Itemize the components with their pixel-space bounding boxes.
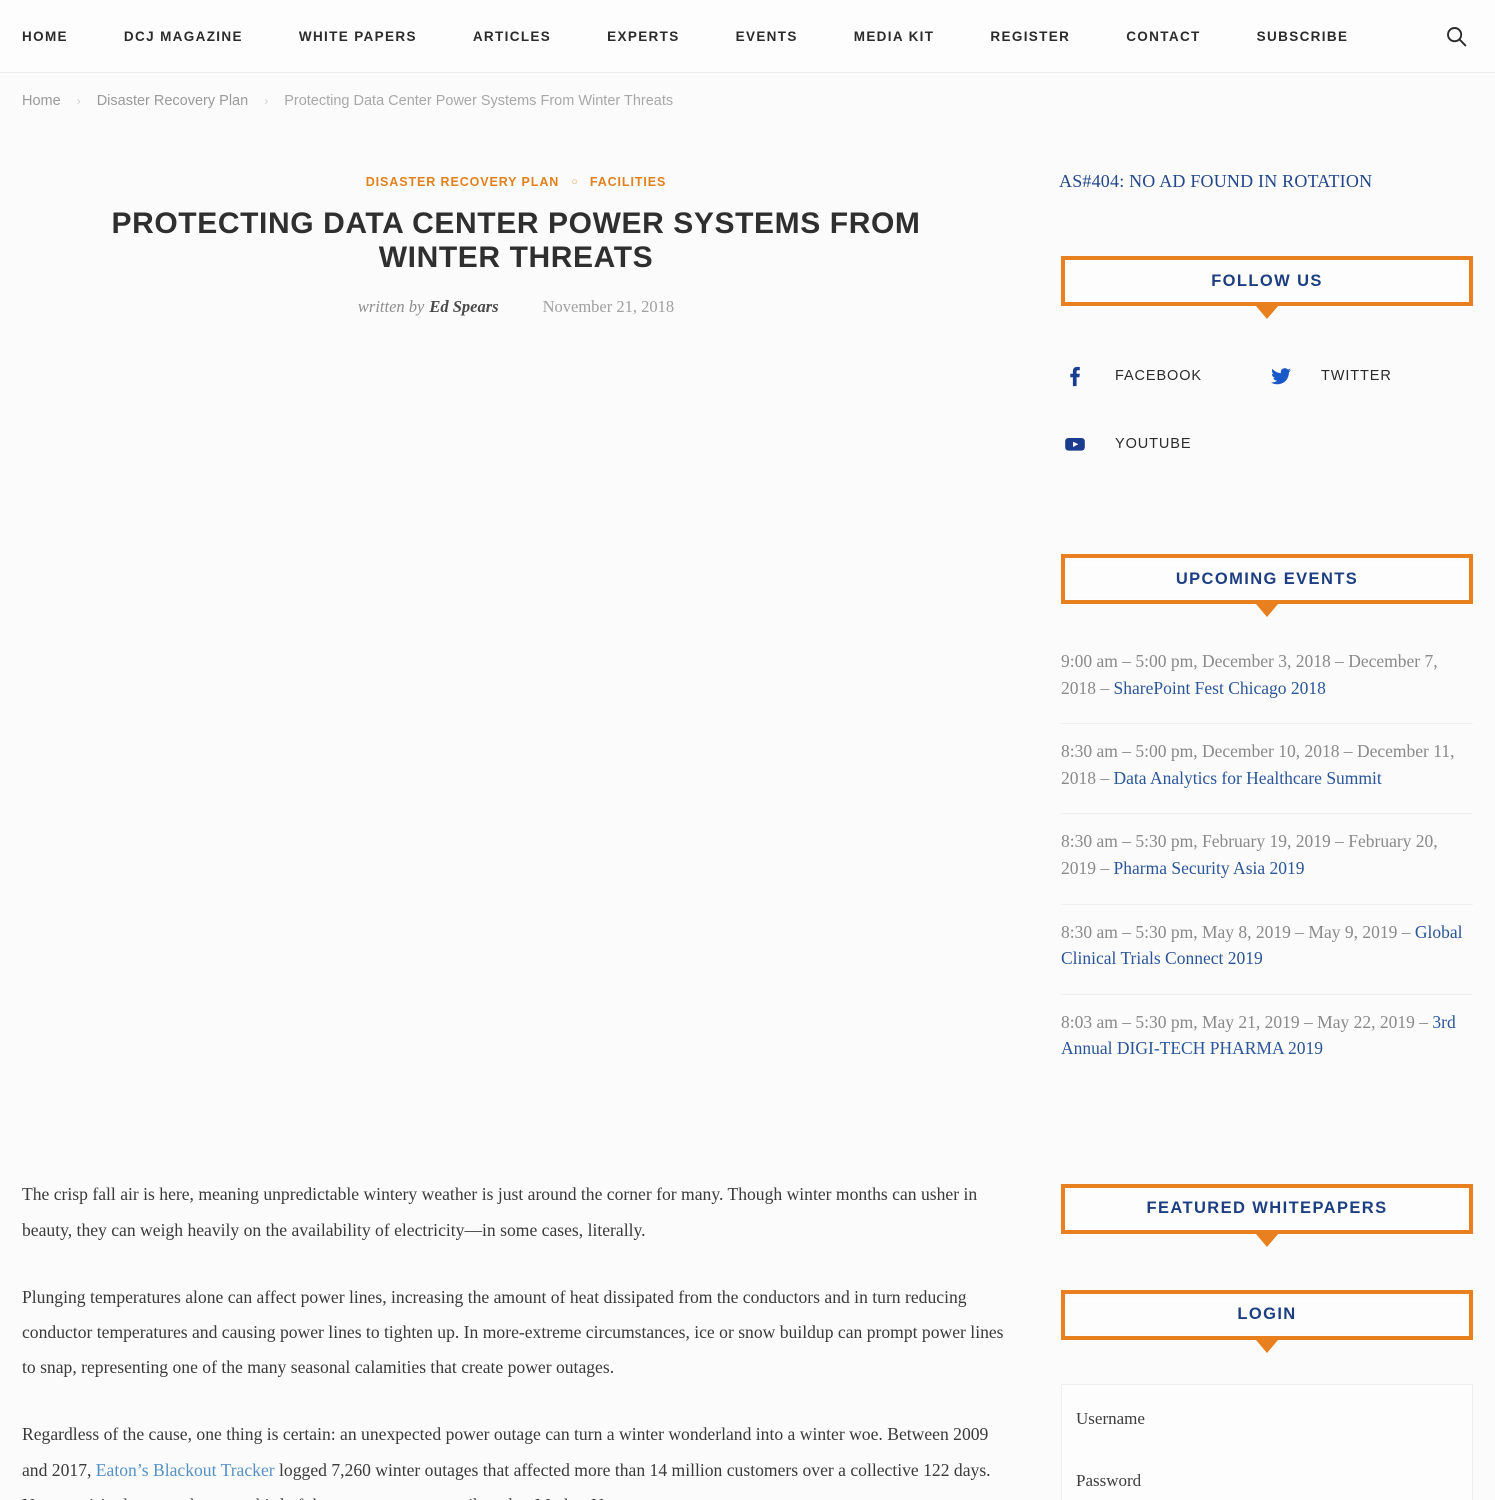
social-label: YOUTUBE <box>1115 436 1192 452</box>
nav-item-events[interactable]: EVENTS <box>736 29 798 44</box>
widget-featured-whitepapers: FEATURED WHITEPAPERS <box>1047 1183 1487 1247</box>
list-item: 8:30 am – 5:00 pm, December 10, 2018 – D… <box>1061 738 1473 815</box>
widget-header: FEATURED WHITEPAPERS <box>1061 1183 1473 1247</box>
nav-item-dcj-magazine[interactable]: DCJ MAGAZINE <box>124 29 243 44</box>
page-title: Protecting Data Center Power Systems Fro… <box>111 207 921 275</box>
list-item: 8:03 am – 5:30 pm, May 21, 2019 – May 22… <box>1061 1009 1473 1084</box>
breadcrumb-separator-icon: › <box>76 94 81 108</box>
widget-title: LOGIN <box>1237 1305 1297 1324</box>
social-label: TWITTER <box>1321 368 1392 384</box>
nav-item-articles[interactable]: ARTICLES <box>473 29 551 44</box>
category-link-disaster-recovery-plan[interactable]: DISASTER RECOVERY PLAN <box>366 175 559 189</box>
widget-header: LOGIN <box>1061 1289 1473 1353</box>
article-paragraph: Regardless of the cause, one thing is ce… <box>22 1417 1010 1500</box>
list-item: 8:30 am – 5:30 pm, May 8, 2019 – May 9, … <box>1061 919 1473 995</box>
widget-title: FOLLOW US <box>1211 271 1323 290</box>
breadcrumb-item-disaster-recovery-plan[interactable]: Disaster Recovery Plan <box>97 93 249 109</box>
paragraph-text: The crisp fall air is here, meaning unpr… <box>22 1184 978 1240</box>
login-form: LOGIN <box>1061 1383 1473 1500</box>
chevron-down-icon <box>1256 1339 1278 1353</box>
breadcrumb: Home › Disaster Recovery Plan › Protecti… <box>0 73 1495 129</box>
event-time: 8:30 am – 5:30 pm, May 8, 2019 – May 9, … <box>1061 921 1415 942</box>
chevron-down-icon <box>1256 306 1278 319</box>
category-link-facilities[interactable]: FACILITIES <box>590 175 666 189</box>
category-separator-icon: ○ <box>571 175 578 188</box>
written-by-label: written by <box>357 297 425 317</box>
widget-title: FEATURED WHITEPAPERS <box>1146 1199 1388 1218</box>
list-item: 8:30 am – 5:30 pm, February 19, 2019 – F… <box>1061 828 1473 905</box>
list-item: 9:00 am – 5:00 pm, December 3, 2018 – De… <box>1061 648 1473 725</box>
widget-header: UPCOMING EVENTS <box>1061 554 1473 617</box>
event-link[interactable]: Data Analytics for Healthcare Summit <box>1114 768 1382 788</box>
widget-spacer <box>1047 498 1487 554</box>
username-input[interactable] <box>1076 1402 1458 1439</box>
article-category-list: DISASTER RECOVERY PLAN ○ FACILITIES <box>22 175 1010 189</box>
chevron-down-icon <box>1256 1233 1278 1247</box>
nav-item-subscribe[interactable]: SUBSCRIBE <box>1257 29 1349 44</box>
password-input[interactable] <box>1076 1464 1458 1500</box>
twitter-icon <box>1267 362 1295 390</box>
event-time: 8:03 am – 5:30 pm, May 21, 2019 – May 22… <box>1061 1011 1433 1032</box>
social-link-facebook[interactable]: FACEBOOK <box>1061 362 1267 390</box>
event-link[interactable]: Pharma Security Asia 2019 <box>1114 858 1305 878</box>
blackout-tracker-link[interactable]: Eaton’s Blackout Tracker <box>96 1460 275 1480</box>
breadcrumb-item-home[interactable]: Home <box>22 93 61 109</box>
search-icon[interactable] <box>1439 19 1473 53</box>
author-link[interactable]: Ed Spears <box>429 297 498 317</box>
article-date: November 21, 2018 <box>542 297 675 317</box>
nav-item-home[interactable]: HOME <box>22 29 68 44</box>
chevron-down-icon <box>1256 604 1278 617</box>
widget-follow-us: FOLLOW US FACEBOOK TWITTER YOUTUBE <box>1047 256 1487 498</box>
page-layout: DISASTER RECOVERY PLAN ○ FACILITIES Prot… <box>0 129 1495 1500</box>
nav-item-media-kit[interactable]: MEDIA KIT <box>854 29 935 44</box>
nav-items-list: HOME DCJ MAGAZINE WHITE PAPERS ARTICLES … <box>22 29 1425 44</box>
top-navigation-bar: HOME DCJ MAGAZINE WHITE PAPERS ARTICLES … <box>0 0 1495 73</box>
social-link-youtube[interactable]: YOUTUBE <box>1061 430 1267 458</box>
article-body: The crisp fall air is here, meaning unpr… <box>22 1177 1010 1500</box>
nav-item-white-papers[interactable]: WHITE PAPERS <box>299 29 417 44</box>
featured-image-area <box>22 317 1010 1177</box>
widget-title: UPCOMING EVENTS <box>1175 569 1359 588</box>
article-meta: written by Ed Spears November 21, 2018 <box>22 297 1010 317</box>
event-link[interactable]: SharePoint Fest Chicago 2018 <box>1114 678 1326 698</box>
article-header: DISASTER RECOVERY PLAN ○ FACILITIES Prot… <box>22 129 1010 317</box>
article-paragraph: Plunging temperatures alone can affect p… <box>22 1280 1010 1386</box>
widget-login: LOGIN LOGIN <box>1047 1289 1487 1500</box>
events-list: 9:00 am – 5:00 pm, December 3, 2018 – De… <box>1047 604 1487 1084</box>
paragraph-text: Plunging temperatures alone can affect p… <box>22 1286 1004 1378</box>
social-links-list: FACEBOOK TWITTER YOUTUBE <box>1047 306 1487 498</box>
nav-item-experts[interactable]: EXPERTS <box>607 29 679 44</box>
widget-spacer <box>1047 1098 1487 1184</box>
widget-header: FOLLOW US <box>1061 256 1473 319</box>
breadcrumb-item-current: Protecting Data Center Power Systems Fro… <box>284 93 674 109</box>
article-paragraph: The crisp fall air is here, meaning unpr… <box>22 1177 1010 1247</box>
breadcrumb-separator-icon: › <box>264 94 269 108</box>
sidebar: AS#404: NO AD FOUND IN ROTATION FOLLOW U… <box>1047 129 1487 1500</box>
social-link-twitter[interactable]: TWITTER <box>1267 362 1473 390</box>
nav-item-register[interactable]: REGISTER <box>990 29 1070 44</box>
ad-rotation-notice[interactable]: AS#404: NO AD FOUND IN ROTATION <box>1059 171 1487 192</box>
widget-upcoming-events: UPCOMING EVENTS 9:00 am – 5:00 pm, Decem… <box>1047 554 1487 1084</box>
nav-item-contact[interactable]: CONTACT <box>1126 29 1200 44</box>
facebook-icon <box>1061 362 1089 390</box>
main-content-column: DISASTER RECOVERY PLAN ○ FACILITIES Prot… <box>22 129 1010 1500</box>
youtube-icon <box>1061 430 1089 458</box>
social-label: FACEBOOK <box>1115 368 1202 384</box>
